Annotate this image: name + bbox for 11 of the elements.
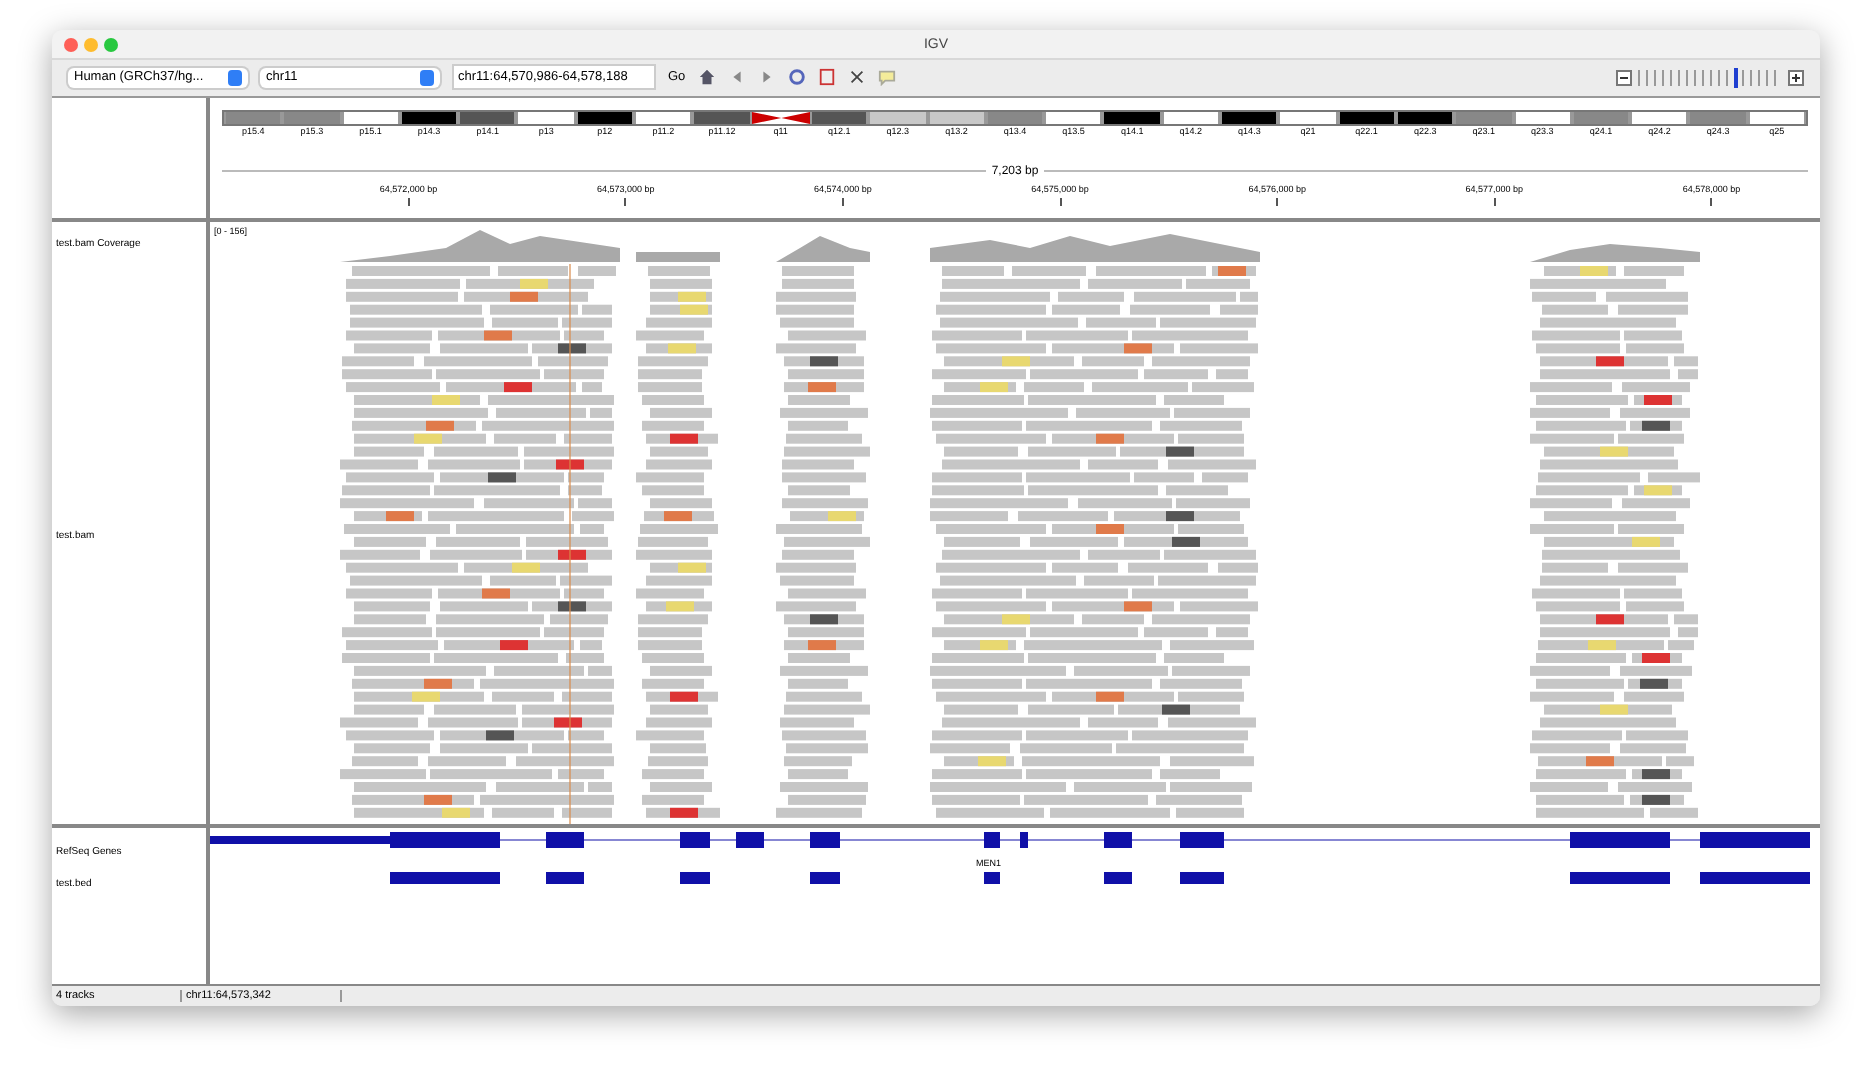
refresh-icon[interactable]: [787, 68, 806, 87]
zoom-out-icon[interactable]: [1616, 69, 1632, 86]
zoom-thumb[interactable]: [1733, 67, 1738, 88]
dropdown-caret-icon: [228, 69, 242, 86]
forward-icon[interactable]: [757, 68, 776, 87]
home-icon[interactable]: [697, 68, 716, 87]
close-icon[interactable]: [847, 68, 866, 87]
zoom-in-icon[interactable]: [1788, 69, 1804, 86]
region-icon[interactable]: [817, 68, 836, 87]
window-close-button[interactable]: [64, 37, 78, 52]
dropdown-caret-icon: [420, 69, 434, 86]
